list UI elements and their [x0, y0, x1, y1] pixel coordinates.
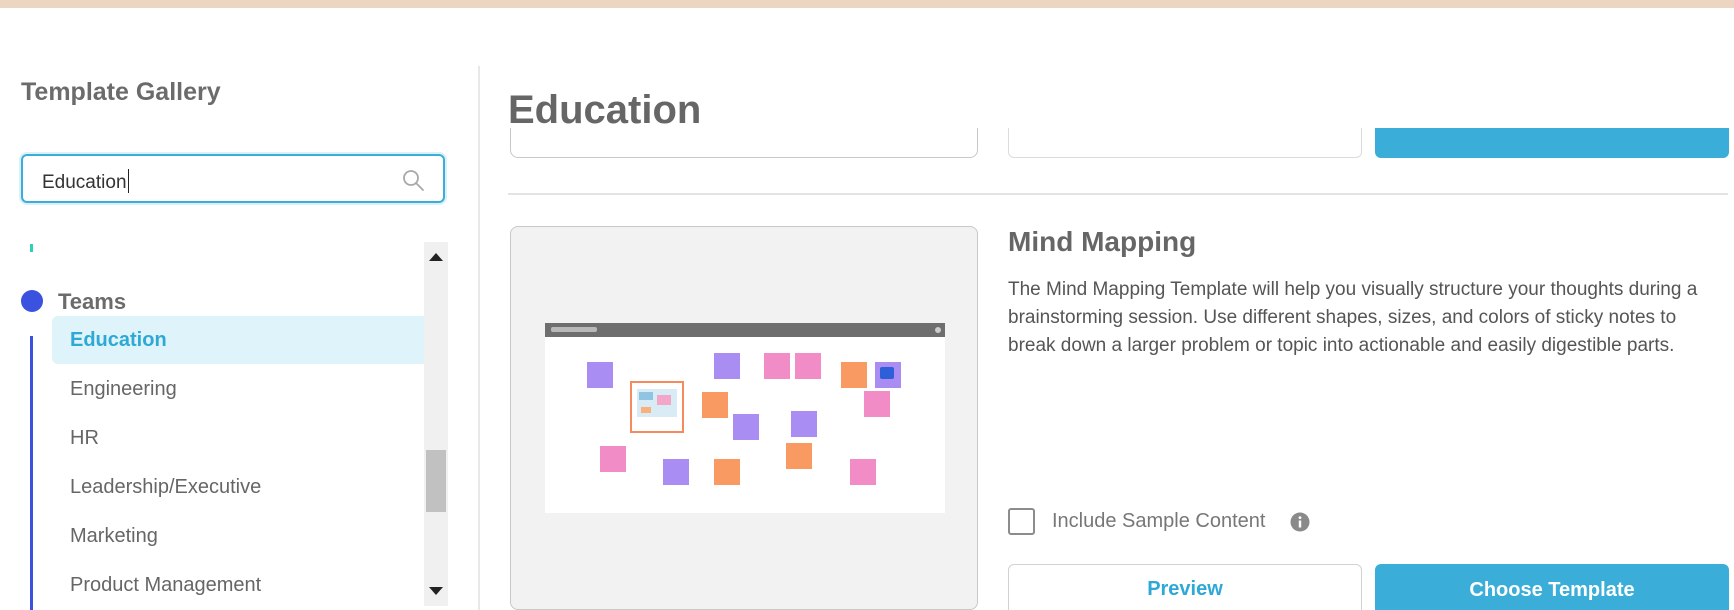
previous-preview-button[interactable] [1008, 128, 1362, 158]
choose-template-button[interactable]: Choose Template [1375, 564, 1729, 610]
sidebar-item-education[interactable]: Education [52, 316, 440, 364]
template-description: The Mind Mapping Template will help you … [1008, 279, 1698, 356]
preview-button[interactable]: Preview [1008, 564, 1362, 610]
sidebar-item-engineering[interactable]: Engineering [52, 365, 440, 413]
sidebar-scrollbar[interactable] [424, 242, 448, 606]
teams-group-line [30, 336, 33, 610]
teams-group-label[interactable]: Teams [58, 289, 126, 315]
template-divider [508, 193, 1728, 195]
sidebar-item-leadership-executive[interactable]: Leadership/Executive [52, 463, 440, 511]
text-cursor [127, 169, 130, 193]
teams-group-dot [21, 290, 43, 312]
search-input-value[interactable]: Education [42, 169, 130, 194]
info-icon[interactable] [1290, 512, 1310, 532]
include-sample-checkbox[interactable] [1008, 508, 1035, 535]
template-gallery-panel: Template Gallery Education Teams Educati… [0, 8, 1734, 610]
template-thumbnail[interactable] [510, 226, 978, 610]
sidebar-title: Template Gallery [21, 78, 221, 106]
scroll-down-arrow[interactable] [429, 587, 443, 595]
search-icon[interactable] [401, 168, 425, 192]
sidebar-item-product-management[interactable]: Product Management [52, 561, 440, 609]
scroll-up-arrow[interactable] [429, 253, 443, 261]
scroll-thumb[interactable] [426, 450, 446, 512]
template-title: Mind Mapping [1008, 226, 1197, 257]
mind-map-preview-image [545, 323, 945, 513]
category-list: Teams Education Engineering HR Leadershi… [18, 242, 448, 610]
sidebar-divider [478, 66, 480, 610]
previous-group-marker [30, 244, 33, 252]
sidebar-item-hr[interactable]: HR [52, 414, 440, 462]
sidebar-item-marketing[interactable]: Marketing [52, 512, 440, 560]
previous-template-thumbnail[interactable] [510, 128, 978, 158]
search-input[interactable]: Education [21, 154, 445, 203]
previous-choose-button[interactable] [1375, 128, 1729, 158]
page-title: Education [508, 88, 702, 132]
include-sample-label[interactable]: Include Sample Content [1052, 508, 1265, 535]
